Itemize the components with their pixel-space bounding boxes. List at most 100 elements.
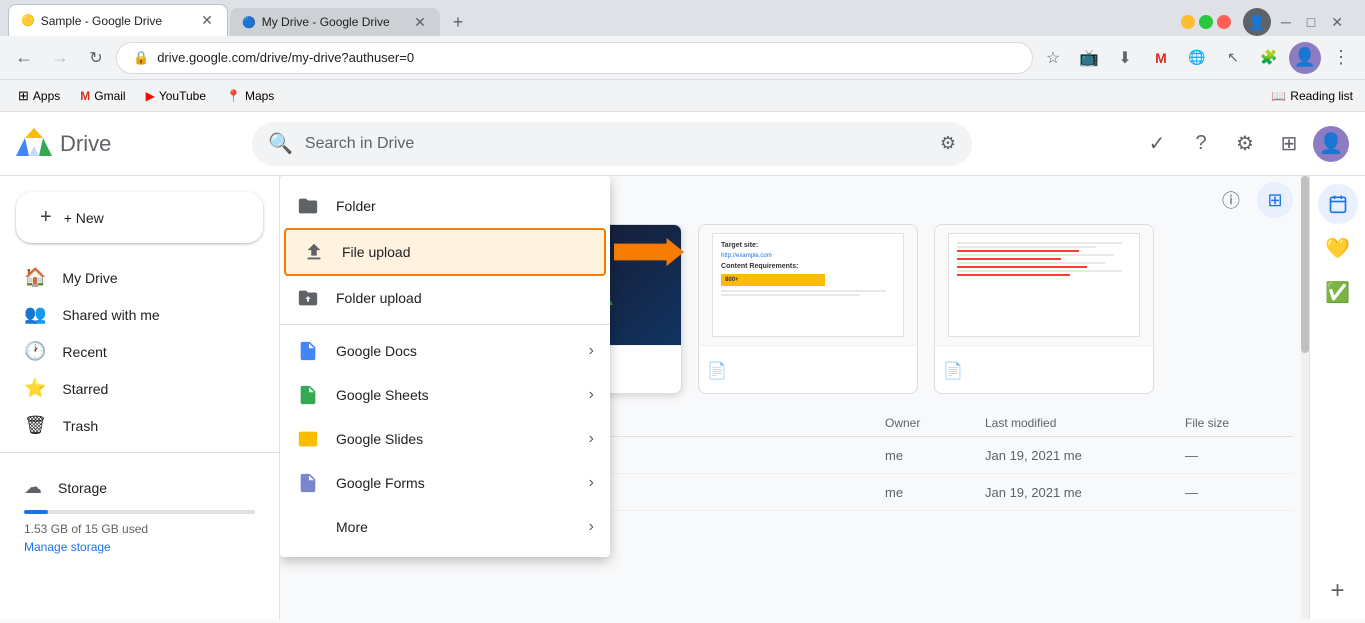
app-layout: Drive 🔍 Search in Drive ⚙ ✓ ? ⚙ ⊞ 👤 + + … — [0, 112, 1365, 619]
menu-item-folder[interactable]: Folder — [280, 184, 610, 228]
close-button[interactable] — [1217, 15, 1231, 29]
cast-icon[interactable]: 📺 — [1073, 42, 1105, 74]
file-card-3[interactable]: Target site: http://example.com Content … — [698, 224, 918, 394]
apps-grid-icon[interactable]: ⊞ — [1269, 124, 1309, 164]
tab1-favicon: 🟡 — [21, 14, 35, 27]
close-btn[interactable]: ✕ — [1325, 10, 1349, 35]
profile-avatar[interactable]: 👤 — [1289, 42, 1321, 74]
filter-icon[interactable]: ⚙ — [940, 133, 956, 154]
row2-size: — — [1185, 485, 1285, 500]
google-forms-arrow: › — [589, 474, 594, 492]
maximize-button[interactable] — [1199, 15, 1213, 29]
minimize-btn[interactable]: ─ — [1275, 10, 1297, 34]
scrollbar-thumb[interactable] — [1301, 176, 1309, 353]
row1-owner: me — [885, 448, 985, 463]
menu-item-google-slides[interactable]: Google Slides › — [280, 417, 610, 461]
menu-item-google-sheets[interactable]: Google Sheets › — [280, 373, 610, 417]
shared-label: Shared with me — [62, 307, 159, 323]
gmail-icon[interactable]: M — [1145, 42, 1177, 74]
extensions-icon[interactable]: 🧩 — [1253, 42, 1285, 74]
size-col-header: File size — [1185, 416, 1285, 430]
restore-btn[interactable]: □ — [1301, 10, 1321, 34]
google-slides-icon — [296, 427, 320, 451]
google-sheets-arrow: › — [589, 386, 594, 404]
menu-item-file-upload[interactable]: File upload — [284, 228, 606, 276]
bookmark-icon[interactable]: ☆ — [1037, 42, 1069, 74]
plus-icon: + — [40, 206, 52, 229]
forward-button[interactable]: → — [44, 42, 76, 74]
bookmark-maps[interactable]: 📍 Maps — [220, 87, 280, 105]
translate-icon[interactable]: 🌐 — [1181, 42, 1213, 74]
menu-item-google-forms[interactable]: Google Forms › — [280, 461, 610, 505]
right-panel-add-button[interactable]: + — [1318, 571, 1358, 611]
drive-logo[interactable]: Drive — [16, 128, 236, 160]
google-docs-arrow: › — [589, 342, 594, 360]
google-slides-arrow: › — [589, 430, 594, 448]
sidebar-item-recent[interactable]: 🕐 Recent — [0, 333, 263, 370]
url-bar[interactable]: 🔒 drive.google.com/drive/my-drive?authus… — [116, 42, 1033, 74]
trash-label: Trash — [63, 418, 98, 434]
menu-item-folder-upload[interactable]: Folder upload — [280, 276, 610, 320]
bookmark-apps[interactable]: ⊞ Apps — [12, 86, 66, 106]
tab2-close[interactable]: ✕ — [412, 14, 428, 30]
bookmark-gmail[interactable]: M Gmail — [74, 87, 131, 105]
folder-upload-label: Folder upload — [336, 290, 594, 306]
owner-col-header: Owner — [885, 416, 985, 430]
menu-item-google-docs[interactable]: Google Docs › — [280, 329, 610, 373]
tab1-close[interactable]: ✕ — [199, 13, 215, 29]
grid-view-icon[interactable]: ⊞ — [1257, 182, 1293, 218]
tab-bar: 🟡 Sample - Google Drive ✕ 🔵 My Drive - G… — [0, 0, 1365, 36]
sidebar-item-trash[interactable]: 🗑 Trash — [0, 407, 263, 444]
sidebar-item-starred[interactable]: ⭐ Starred — [0, 370, 263, 407]
shared-icon: 👥 — [24, 304, 46, 325]
minimize-button[interactable] — [1181, 15, 1195, 29]
url-text: drive.google.com/drive/my-drive?authuser… — [157, 50, 414, 65]
back-button[interactable]: ← — [8, 42, 40, 74]
sidebar-item-my-drive[interactable]: 🏠 My Drive — [0, 259, 263, 296]
file-card-4[interactable]: 📄 — [934, 224, 1154, 394]
browser-chrome: 🟡 Sample - Google Drive ✕ 🔵 My Drive - G… — [0, 0, 1365, 112]
new-tab-button[interactable]: + — [444, 8, 472, 36]
app-header: Drive 🔍 Search in Drive ⚙ ✓ ? ⚙ ⊞ 👤 — [0, 112, 1365, 176]
menu-item-more[interactable]: More › — [280, 505, 610, 549]
settings-icon[interactable]: ⚙ — [1225, 124, 1265, 164]
youtube-favicon: ▶ — [146, 89, 155, 103]
google-forms-icon — [296, 471, 320, 495]
info-icon[interactable]: ⓘ — [1213, 182, 1249, 218]
row1-modified: Jan 19, 2021 me — [985, 448, 1185, 463]
row2-owner: me — [885, 485, 985, 500]
cursor-icon[interactable]: ↖ — [1217, 42, 1249, 74]
reading-list[interactable]: 📖 Reading list — [1271, 89, 1353, 103]
download-icon[interactable]: ⬇ — [1109, 42, 1141, 74]
new-button[interactable]: + + New — [16, 192, 263, 243]
search-bar[interactable]: 🔍 Search in Drive ⚙ — [252, 122, 972, 166]
trash-icon: 🗑 — [24, 415, 47, 436]
storage-icon-row: ☁ Storage — [24, 477, 255, 498]
gmail-label: Gmail — [94, 89, 125, 103]
manage-storage-link[interactable]: Manage storage — [24, 540, 255, 554]
help-icon[interactable]: ? — [1181, 124, 1221, 164]
tab-2[interactable]: 🔵 My Drive - Google Drive ✕ — [230, 8, 440, 36]
right-panel-icon-tasks[interactable]: ✅ — [1318, 272, 1358, 312]
row1-size: — — [1185, 448, 1285, 463]
tab-1[interactable]: 🟡 Sample - Google Drive ✕ — [8, 4, 228, 36]
refresh-button[interactable]: ↻ — [80, 42, 112, 74]
right-panel-icon-calendar[interactable] — [1318, 184, 1358, 224]
storage-bar-track — [24, 510, 255, 514]
row2-modified: Jan 19, 2021 me — [985, 485, 1185, 500]
sidebar-item-shared[interactable]: 👥 Shared with me — [0, 296, 263, 333]
address-bar: ← → ↻ 🔒 drive.google.com/drive/my-drive?… — [0, 36, 1365, 80]
reading-list-label: Reading list — [1290, 89, 1353, 103]
support-check-icon[interactable]: ✓ — [1137, 124, 1177, 164]
profile-icon[interactable]: 👤 — [1243, 8, 1271, 36]
bookmark-youtube[interactable]: ▶ YouTube — [140, 87, 212, 105]
file-upload-icon — [302, 240, 326, 264]
storage-used-text: 1.53 GB of 15 GB used — [24, 522, 255, 536]
right-panel-icon-keep[interactable]: 💛 — [1318, 228, 1358, 268]
tab1-title: Sample - Google Drive — [41, 14, 193, 28]
user-avatar[interactable]: 👤 — [1313, 126, 1349, 162]
right-panel: 💛 ✅ + — [1309, 176, 1365, 619]
menu-button[interactable]: ⋮ — [1325, 42, 1357, 74]
starred-label: Starred — [62, 381, 108, 397]
my-drive-icon: 🏠 — [24, 267, 46, 288]
